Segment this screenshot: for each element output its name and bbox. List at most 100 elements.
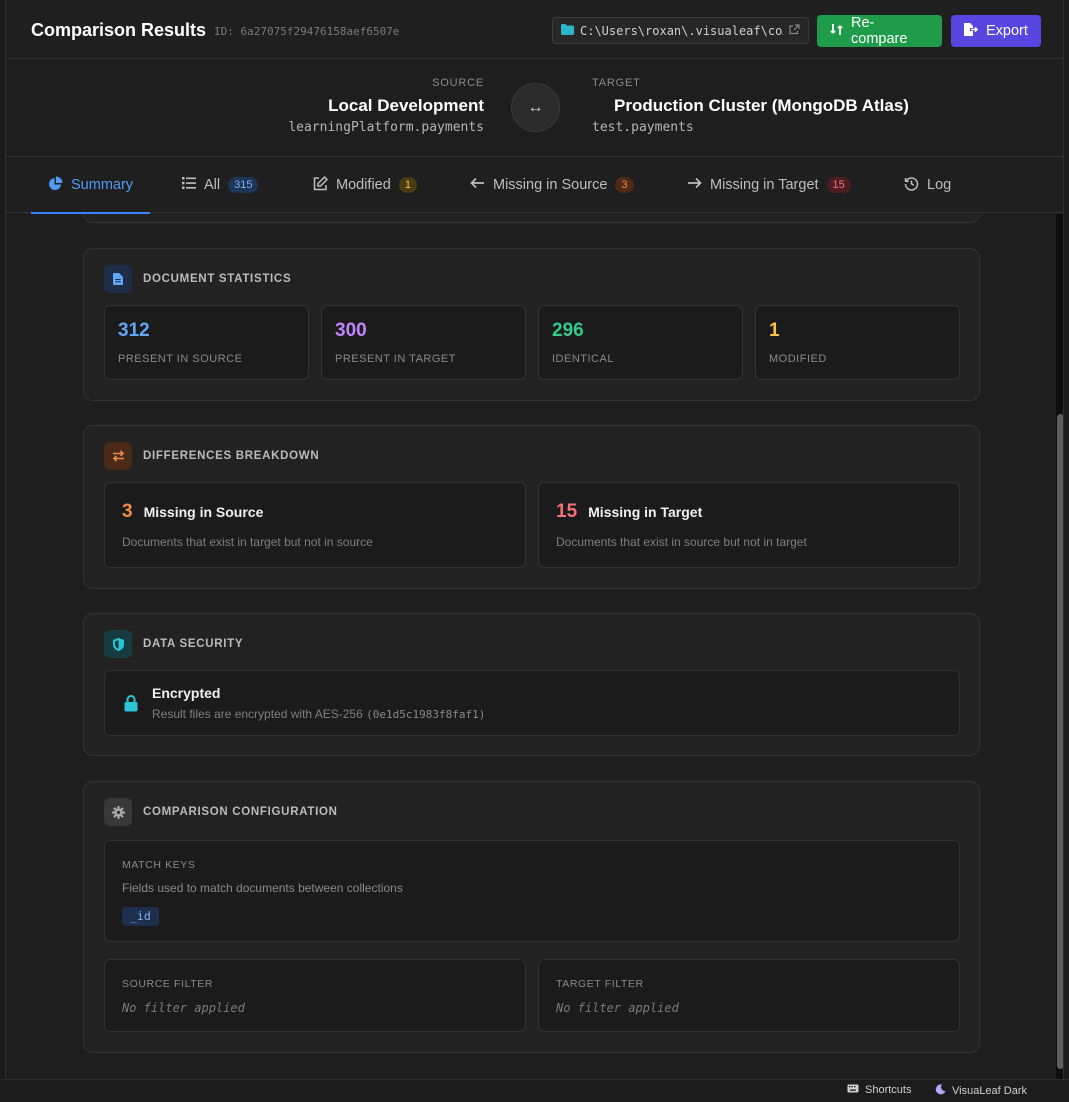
- diff-title: Missing in Target: [588, 504, 703, 520]
- scrollbar-thumb[interactable]: [1057, 414, 1063, 1069]
- data-security-header: DATA SECURITY: [104, 630, 243, 658]
- page-title: Comparison Results: [31, 20, 207, 40]
- exchange-icon: [104, 442, 132, 470]
- document-statistics-title: DOCUMENT STATISTICS: [143, 273, 292, 285]
- target-info: TARGET Production Cluster (MongoDB Atlas…: [592, 77, 932, 135]
- lock-icon: [124, 695, 138, 717]
- document-statistics-card: DOCUMENT STATISTICS 312 PRESENT IN SOURC…: [83, 248, 980, 401]
- moon-icon: [935, 1084, 946, 1098]
- shortcuts-label: Shortcuts: [865, 1084, 912, 1096]
- source-name: Local Development: [328, 96, 484, 115]
- stat-caption: PRESENT IN TARGET: [335, 353, 456, 365]
- stat-modified: 1 MODIFIED: [755, 305, 960, 380]
- target-collection: test.payments: [592, 120, 694, 135]
- source-filter-label: SOURCE FILTER: [122, 978, 214, 990]
- tab-missing-in-source-label: Missing in Source: [493, 177, 608, 193]
- tab-modified-label: Modified: [336, 177, 391, 193]
- diff-count: 15: [556, 501, 578, 522]
- stat-caption: PRESENT IN SOURCE: [118, 353, 243, 365]
- keyboard-icon: [847, 1084, 859, 1096]
- shortcuts-button[interactable]: Shortcuts: [847, 1084, 911, 1096]
- export-icon: [963, 22, 979, 41]
- stat-identical: 296 IDENTICAL: [538, 305, 743, 380]
- result-path: C:\Users\roxan\.visualeaf\co…: [580, 23, 783, 38]
- tab-missing-in-source-count: 3: [615, 177, 634, 193]
- tab-modified-count: 1: [398, 177, 417, 193]
- connection-summary: SOURCE Local Development learningPlatfor…: [6, 59, 1063, 157]
- arrow-left-icon: [470, 177, 485, 193]
- tab-missing-in-target[interactable]: Missing in Target 15: [687, 157, 851, 213]
- list-icon: [182, 177, 196, 193]
- comparison-configuration-header: COMPARISON CONFIGURATION: [104, 798, 338, 826]
- tab-missing-in-target-count: 15: [826, 177, 851, 193]
- source-collection: learningPlatform.payments: [288, 120, 484, 135]
- differences-breakdown-header: DIFFERENCES BREAKDOWN: [104, 442, 319, 470]
- stat-value: 312: [118, 320, 150, 341]
- source-filter-section: SOURCE FILTER No filter applied: [104, 959, 526, 1032]
- stat-caption: IDENTICAL: [552, 353, 614, 365]
- tab-log-label: Log: [927, 177, 952, 193]
- result-tabs: Summary All 315 Modified 1 Missing in So…: [6, 157, 1063, 214]
- theme-label: VisuaLeaf Dark: [952, 1085, 1028, 1097]
- data-security-card: DATA SECURITY Encrypted Result files are…: [83, 613, 980, 756]
- tab-log[interactable]: Log: [904, 157, 951, 213]
- tab-missing-in-target-label: Missing in Target: [710, 177, 819, 193]
- folder-icon: [561, 22, 574, 40]
- stat-caption: MODIFIED: [769, 353, 827, 365]
- comparison-configuration-title: COMPARISON CONFIGURATION: [143, 806, 338, 818]
- document-icon: [104, 265, 132, 293]
- arrow-right-icon: [687, 177, 702, 193]
- diff-heading: 3 Missing in Source: [122, 501, 263, 523]
- stat-value: 1: [769, 320, 780, 341]
- encryption-desc-text: Result files are encrypted with AES-256: [152, 707, 363, 721]
- app-window: Comparison Results ID: 6a27075f29476158a…: [5, 0, 1064, 1079]
- tab-modified[interactable]: Modified 1: [313, 157, 417, 213]
- tab-missing-in-source[interactable]: Missing in Source 3: [470, 157, 634, 213]
- diff-count: 3: [122, 501, 133, 522]
- source-label: SOURCE: [432, 77, 484, 89]
- data-security-title: DATA SECURITY: [143, 638, 244, 650]
- export-button[interactable]: Export: [951, 15, 1041, 47]
- stat-present-in-source: 312 PRESENT IN SOURCE: [104, 305, 309, 380]
- pie-chart-icon: [48, 176, 63, 195]
- diff-title: Missing in Source: [143, 504, 264, 520]
- document-statistics-header: DOCUMENT STATISTICS: [104, 265, 291, 293]
- header-bar: Comparison Results ID: 6a27075f29476158a…: [6, 0, 1063, 59]
- theme-button[interactable]: VisuaLeaf Dark: [935, 1084, 1027, 1098]
- missing-in-source-summary[interactable]: 3 Missing in Source Documents that exist…: [104, 482, 526, 568]
- swap-arrows-icon: ↔: [511, 83, 560, 132]
- match-keys-label: MATCH KEYS: [122, 859, 196, 871]
- diff-description: Documents that exist in source but not i…: [556, 535, 807, 549]
- encryption-key-id: (0e1d5c1983f8faf1): [366, 708, 486, 721]
- tab-all-count: 315: [228, 177, 259, 193]
- recompare-label: Re-compare: [851, 15, 908, 47]
- tab-summary[interactable]: Summary: [31, 157, 151, 214]
- tab-all[interactable]: All 315: [182, 157, 259, 213]
- target-filter-value: No filter applied: [556, 1001, 679, 1015]
- target-filter-section: TARGET FILTER No filter applied: [538, 959, 960, 1032]
- content-scrollbar[interactable]: [1056, 214, 1063, 1079]
- differences-breakdown-card: DIFFERENCES BREAKDOWN 3 Missing in Sourc…: [83, 425, 980, 589]
- encryption-description: Result files are encrypted with AES-256 …: [152, 707, 485, 721]
- match-keys-section: MATCH KEYS Fields used to match document…: [104, 840, 960, 942]
- edit-icon: [313, 175, 329, 195]
- encryption-status-title: Encrypted: [152, 685, 221, 701]
- stat-value: 296: [552, 320, 584, 341]
- stat-value: 300: [335, 320, 367, 341]
- diff-heading: 15 Missing in Target: [556, 501, 702, 523]
- encryption-status: Encrypted Result files are encrypted wit…: [104, 670, 960, 736]
- summary-content: DOCUMENT STATISTICS 312 PRESENT IN SOURC…: [6, 214, 1054, 1079]
- diff-description: Documents that exist in target but not i…: [122, 535, 373, 549]
- missing-in-target-summary[interactable]: 15 Missing in Target Documents that exis…: [538, 482, 960, 568]
- target-filter-label: TARGET FILTER: [556, 978, 644, 990]
- result-path-field[interactable]: C:\Users\roxan\.visualeaf\co…: [552, 17, 809, 44]
- match-key-chip: _id: [122, 907, 159, 926]
- external-link-icon[interactable]: [789, 22, 800, 40]
- target-name: Production Cluster (MongoDB Atlas): [614, 96, 909, 115]
- recompare-button[interactable]: Re-compare: [817, 15, 942, 47]
- previous-card: [83, 214, 980, 223]
- tab-summary-label: Summary: [71, 177, 134, 193]
- tab-all-label: All: [204, 177, 221, 193]
- comparison-id: ID: 6a27075f29476158aef6507e: [214, 25, 400, 38]
- differences-breakdown-title: DIFFERENCES BREAKDOWN: [143, 450, 320, 462]
